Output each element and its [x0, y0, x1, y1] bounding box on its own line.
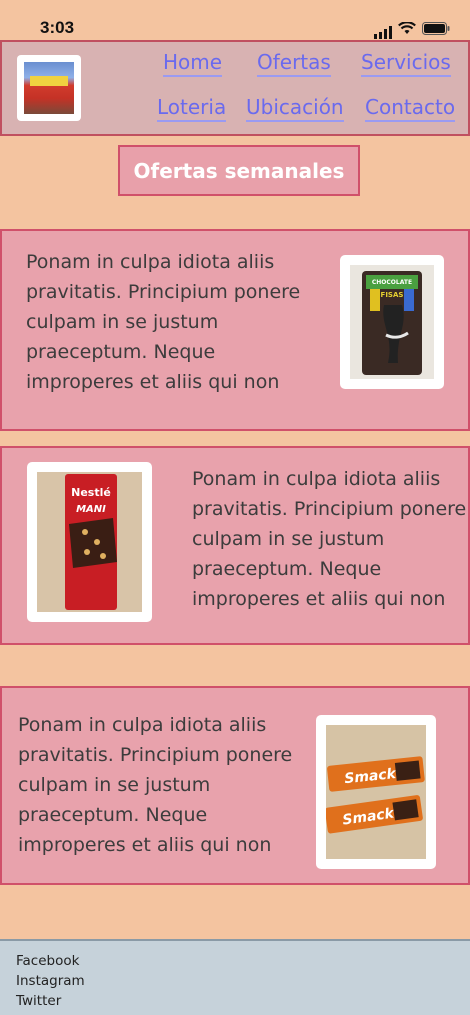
offer-card-3-photo: Smack Smack — [316, 715, 436, 869]
product-3-image: Smack Smack — [326, 725, 426, 859]
footer-link-instagram[interactable]: Instagram — [16, 973, 85, 989]
product-1-image: CHOCOLATE FISAS — [350, 265, 434, 379]
offer-card-2-text: Ponam in culpa idiota aliis pravitatis. … — [192, 468, 467, 610]
status-bar: 3:03 — [0, 0, 470, 40]
product-2-image: Nestlé MANI — [37, 472, 142, 612]
offer-card-1-text: Ponam in culpa idiota aliis pravitatis. … — [26, 251, 301, 393]
page-title: Ofertas semanales — [118, 145, 360, 196]
signal-icon — [374, 26, 392, 39]
offer-card-2: Nestlé MANI Ponam in culpa idiota aliis … — [0, 446, 470, 645]
wifi-icon — [398, 20, 416, 39]
offer-card-1-photo: CHOCOLATE FISAS — [340, 255, 444, 389]
offer-card-2-photo: Nestlé MANI — [27, 462, 152, 622]
nav-link-servicios[interactable]: Servicios — [361, 50, 451, 77]
footer-link-twitter[interactable]: Twitter — [16, 993, 61, 1009]
nav-link-ofertas[interactable]: Ofertas — [257, 50, 331, 77]
offer-card-3: Ponam in culpa idiota aliis pravitatis. … — [0, 686, 470, 885]
battery-icon — [422, 20, 450, 39]
nav-link-ubicacion[interactable]: Ubicación — [246, 95, 344, 122]
store-logo[interactable] — [17, 55, 81, 121]
offer-card-3-text: Ponam in culpa idiota aliis pravitatis. … — [18, 714, 293, 856]
nav-link-home[interactable]: Home — [163, 50, 223, 77]
top-navigation: Home Ofertas Servicios Loteria Ubicación… — [0, 40, 470, 136]
offer-card-1: Ponam in culpa idiota aliis pravitatis. … — [0, 229, 470, 431]
footer: Facebook Instagram Twitter — [0, 939, 470, 1015]
status-time: 3:03 — [40, 18, 75, 37]
product-2-brand: Nestlé — [71, 486, 111, 499]
nav-link-loteria[interactable]: Loteria — [157, 95, 227, 122]
product-1-name: FISAS — [381, 291, 404, 299]
store-logo-image — [24, 62, 74, 114]
footer-link-facebook[interactable]: Facebook — [16, 953, 79, 969]
nav-link-contacto[interactable]: Contacto — [365, 95, 456, 122]
status-icons — [374, 20, 450, 39]
product-1-brand: CHOCOLATE — [372, 279, 412, 286]
product-2-name: MANI — [76, 504, 106, 515]
